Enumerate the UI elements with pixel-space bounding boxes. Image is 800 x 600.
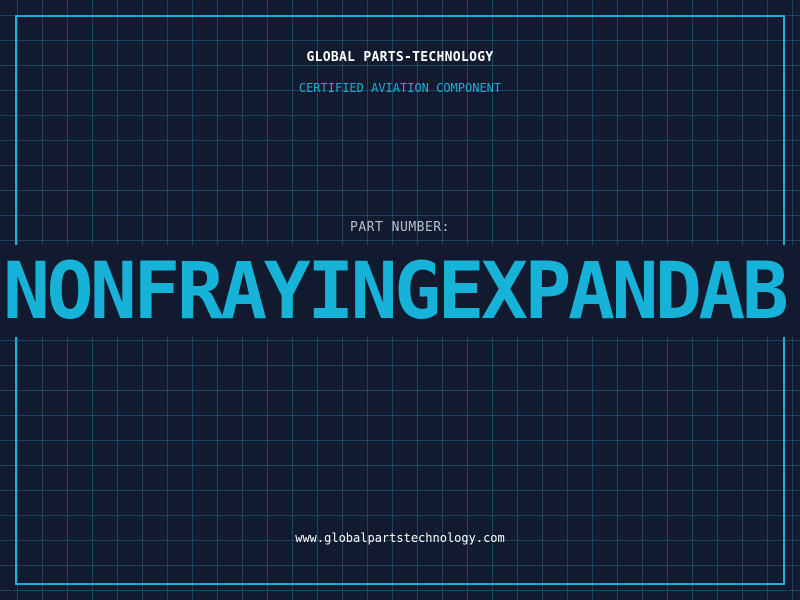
certification-subtitle: CERTIFIED AVIATION COMPONENT xyxy=(298,81,502,95)
part-number-label: PART NUMBER: xyxy=(350,220,450,235)
website-url: www.globalpartstechnology.com xyxy=(295,531,505,545)
certificate-canvas: GLOBAL PARTS-TECHNOLOGY CERTIFIED AVIATI… xyxy=(0,0,800,600)
part-number-band: NONFRAYINGEXPANDAB xyxy=(0,245,800,337)
part-number-value: NONFRAYINGEXPANDAB xyxy=(3,247,789,337)
company-name: GLOBAL PARTS-TECHNOLOGY xyxy=(306,50,494,65)
